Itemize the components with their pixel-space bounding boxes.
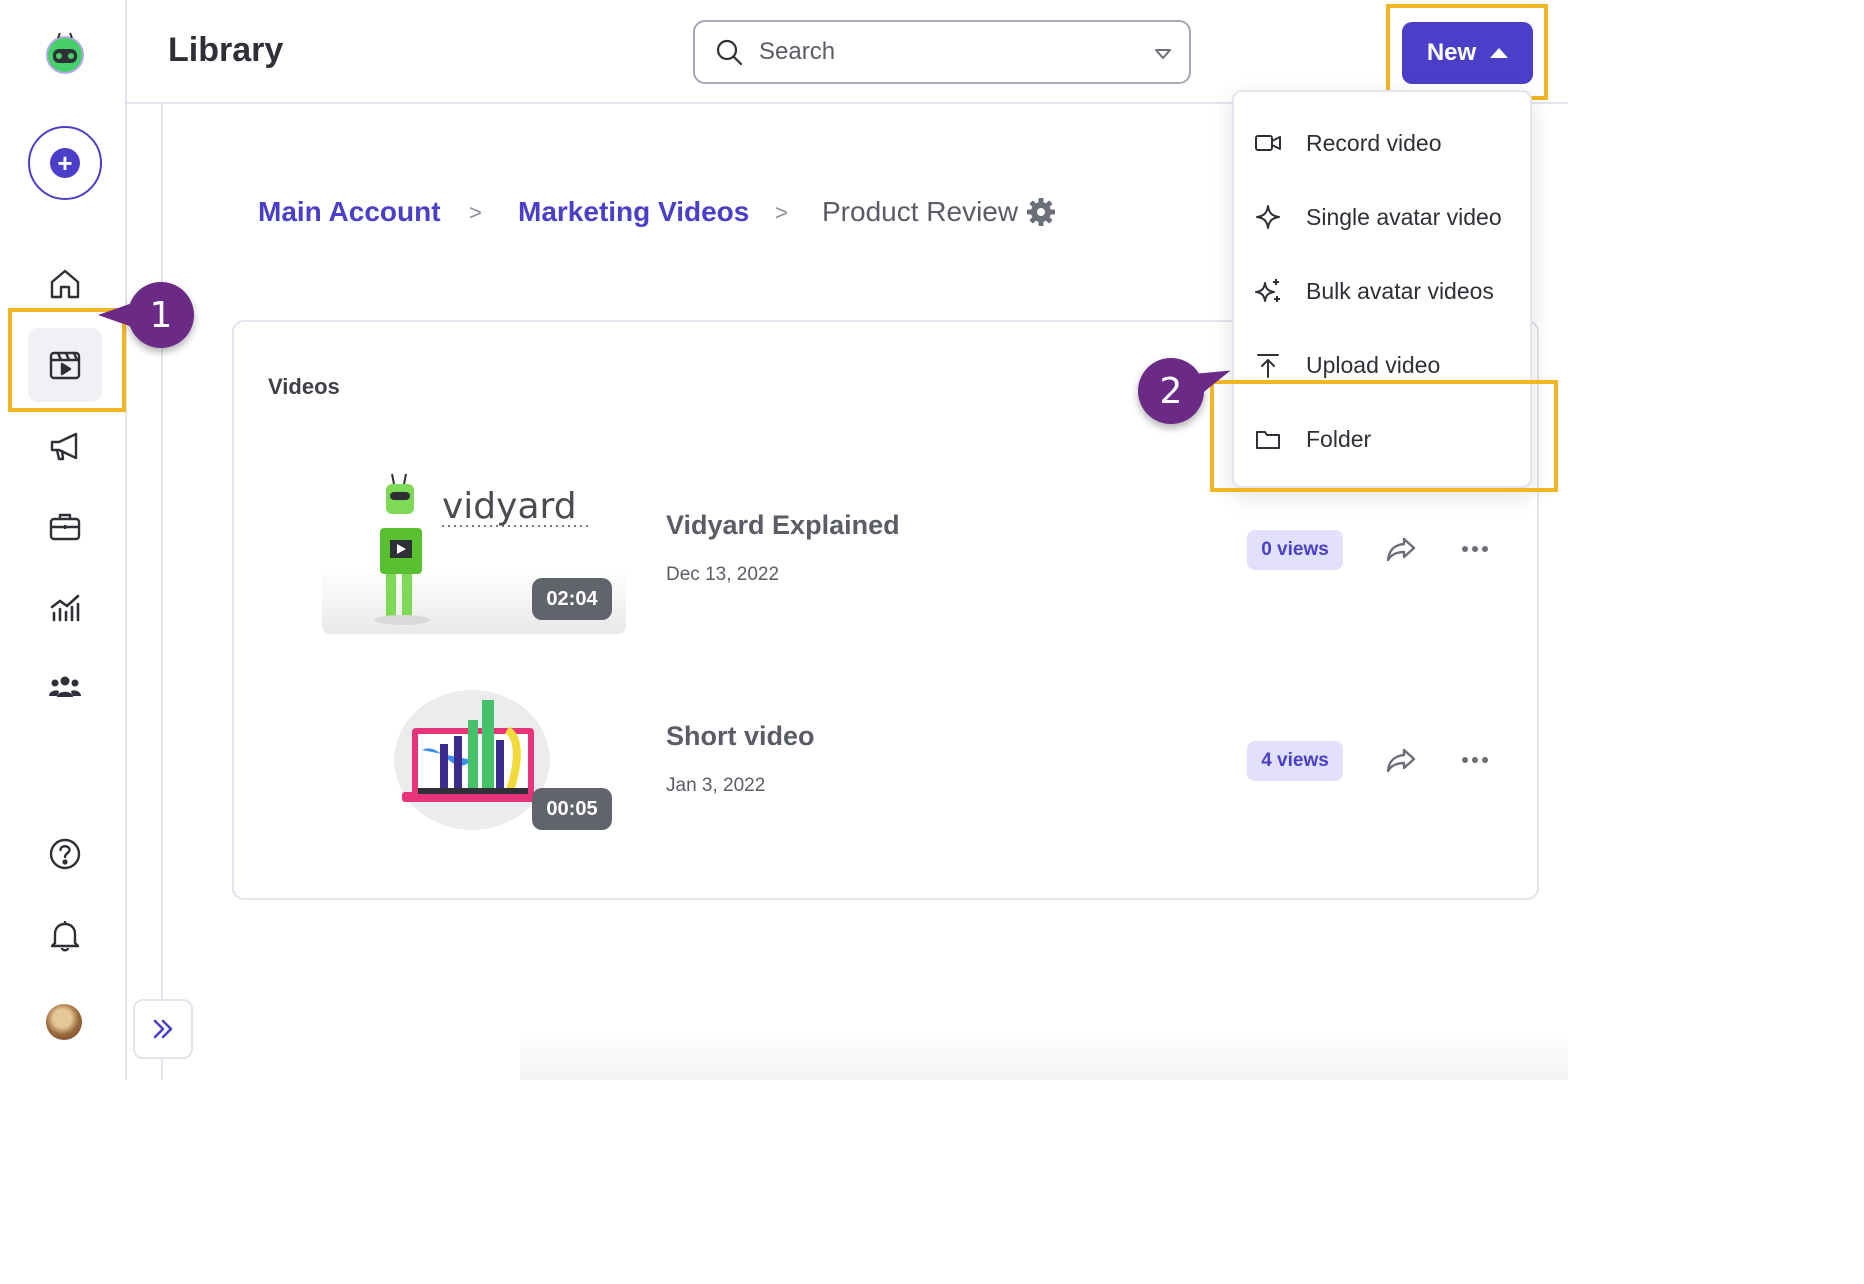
panel-divider [161, 104, 163, 1080]
breadcrumb-main-account[interactable]: Main Account [258, 196, 441, 228]
briefcase-icon[interactable] [39, 500, 91, 552]
views-badge[interactable]: 4 views [1247, 741, 1343, 781]
sparkles-icon [1255, 279, 1280, 302]
search-icon [716, 39, 743, 66]
plus-icon: + [50, 148, 80, 178]
video-title[interactable]: Short video [666, 721, 815, 752]
bell-icon[interactable] [39, 909, 91, 961]
videos-section-title: Videos [268, 374, 340, 399]
help-icon[interactable] [39, 828, 91, 880]
video-title[interactable]: Vidyard Explained [666, 510, 900, 541]
callout-step-1: 1 [98, 282, 194, 348]
menu-item-label: Record video [1306, 129, 1442, 156]
menu-item-label: Single avatar video [1306, 203, 1502, 230]
breadcrumb-separator: > [469, 200, 482, 225]
menu-item-record-video[interactable]: Record video [1234, 106, 1530, 180]
team-icon[interactable] [39, 661, 91, 713]
video-date: Dec 13, 2022 [666, 564, 780, 585]
menu-item-label: Bulk avatar videos [1306, 277, 1494, 304]
highlight-new-button [1386, 4, 1548, 100]
breadcrumb-product-review: Product Review [822, 196, 1019, 227]
double-chevron-right-icon [153, 1019, 173, 1039]
menu-item-bulk-avatar-videos[interactable]: Bulk avatar videos [1234, 254, 1530, 328]
duration-badge: 02:04 [532, 578, 612, 620]
analytics-icon[interactable] [39, 581, 91, 633]
menu-item-single-avatar-video[interactable]: Single avatar video [1234, 180, 1530, 254]
video-thumbnail[interactable]: 00:05 [322, 680, 626, 844]
more-options-icon[interactable] [1458, 743, 1492, 777]
bottom-fade [520, 1030, 1568, 1080]
video-date: Jan 3, 2022 [666, 775, 766, 796]
upload-icon [1257, 354, 1279, 378]
megaphone-icon[interactable] [39, 420, 91, 472]
left-sidebar: + [0, 0, 127, 1080]
search-placeholder: Search [759, 38, 836, 65]
share-icon[interactable] [1384, 532, 1418, 566]
vidyard-logo[interactable] [42, 30, 88, 76]
more-options-icon[interactable] [1458, 532, 1492, 566]
breadcrumb-separator: > [775, 200, 788, 225]
user-avatar[interactable] [46, 1004, 82, 1040]
callout-step-2: 2 [1138, 358, 1204, 424]
page-title: Library [168, 31, 284, 69]
views-badge[interactable]: 0 views [1247, 530, 1343, 570]
thumbnail-vidyard-text: vidyard [442, 486, 577, 527]
video-camera-icon [1255, 135, 1281, 151]
search-input[interactable]: Search [693, 20, 1191, 84]
create-button[interactable]: + [28, 126, 102, 200]
share-icon[interactable] [1384, 743, 1418, 777]
filter-dropdown-icon[interactable] [1153, 44, 1173, 64]
highlight-folder [1210, 380, 1558, 492]
breadcrumb-marketing-videos[interactable]: Marketing Videos [518, 196, 749, 228]
video-thumbnail[interactable]: vidyard 02:04 [322, 470, 626, 634]
expand-panel-button[interactable] [133, 999, 193, 1059]
home-icon[interactable] [39, 258, 91, 310]
top-bar: Library Search New [127, 0, 1568, 104]
gear-icon[interactable] [1026, 197, 1056, 227]
menu-item-label: Upload video [1306, 351, 1441, 378]
sparkle-icon [1256, 205, 1280, 229]
duration-badge: 00:05 [532, 788, 612, 830]
